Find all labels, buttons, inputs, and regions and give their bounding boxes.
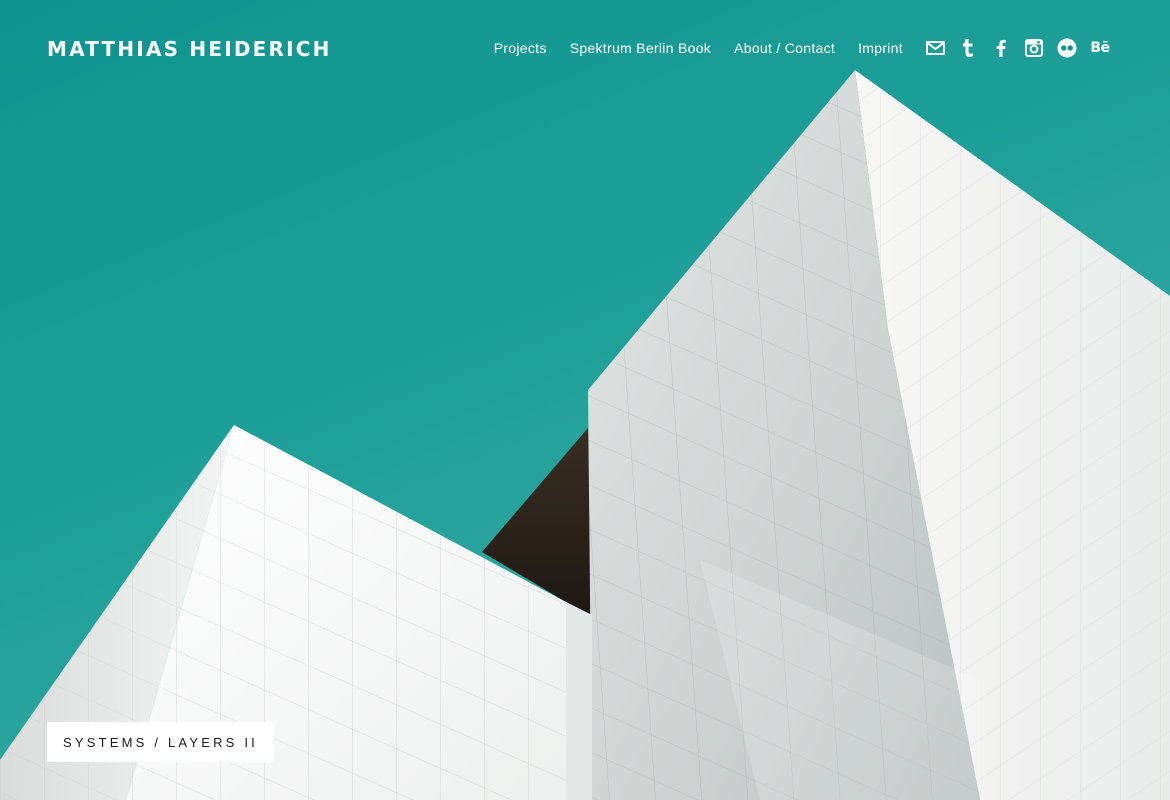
- main-nav: Projects Spektrum Berlin Book About / Co…: [494, 37, 1110, 59]
- nav-imprint[interactable]: Imprint: [858, 38, 903, 58]
- mail-link[interactable]: [925, 38, 945, 58]
- tumblr-icon: [963, 39, 973, 57]
- behance-link[interactable]: Bē: [1090, 38, 1110, 58]
- instagram-icon: [1025, 39, 1043, 57]
- nav-projects[interactable]: Projects: [494, 38, 547, 58]
- flickr-link[interactable]: [1057, 38, 1077, 58]
- flickr-icon: [1057, 38, 1077, 58]
- hero-photo: [0, 0, 1170, 800]
- facebook-icon: [996, 39, 1006, 57]
- instagram-link[interactable]: [1024, 38, 1044, 58]
- facebook-link[interactable]: [991, 38, 1011, 58]
- mail-icon: [925, 41, 945, 55]
- nav-about-contact[interactable]: About / Contact: [734, 38, 835, 58]
- nav-spektrum-berlin-book[interactable]: Spektrum Berlin Book: [570, 38, 711, 58]
- tumblr-link[interactable]: [958, 38, 978, 58]
- project-caption-label: SYSTEMS / LAYERS II: [63, 734, 258, 750]
- project-caption[interactable]: SYSTEMS / LAYERS II: [47, 722, 274, 762]
- social-links: Bē: [925, 38, 1110, 58]
- behance-icon: Bē: [1090, 40, 1110, 56]
- site-title[interactable]: MATTHIAS HEIDERICH: [47, 36, 332, 62]
